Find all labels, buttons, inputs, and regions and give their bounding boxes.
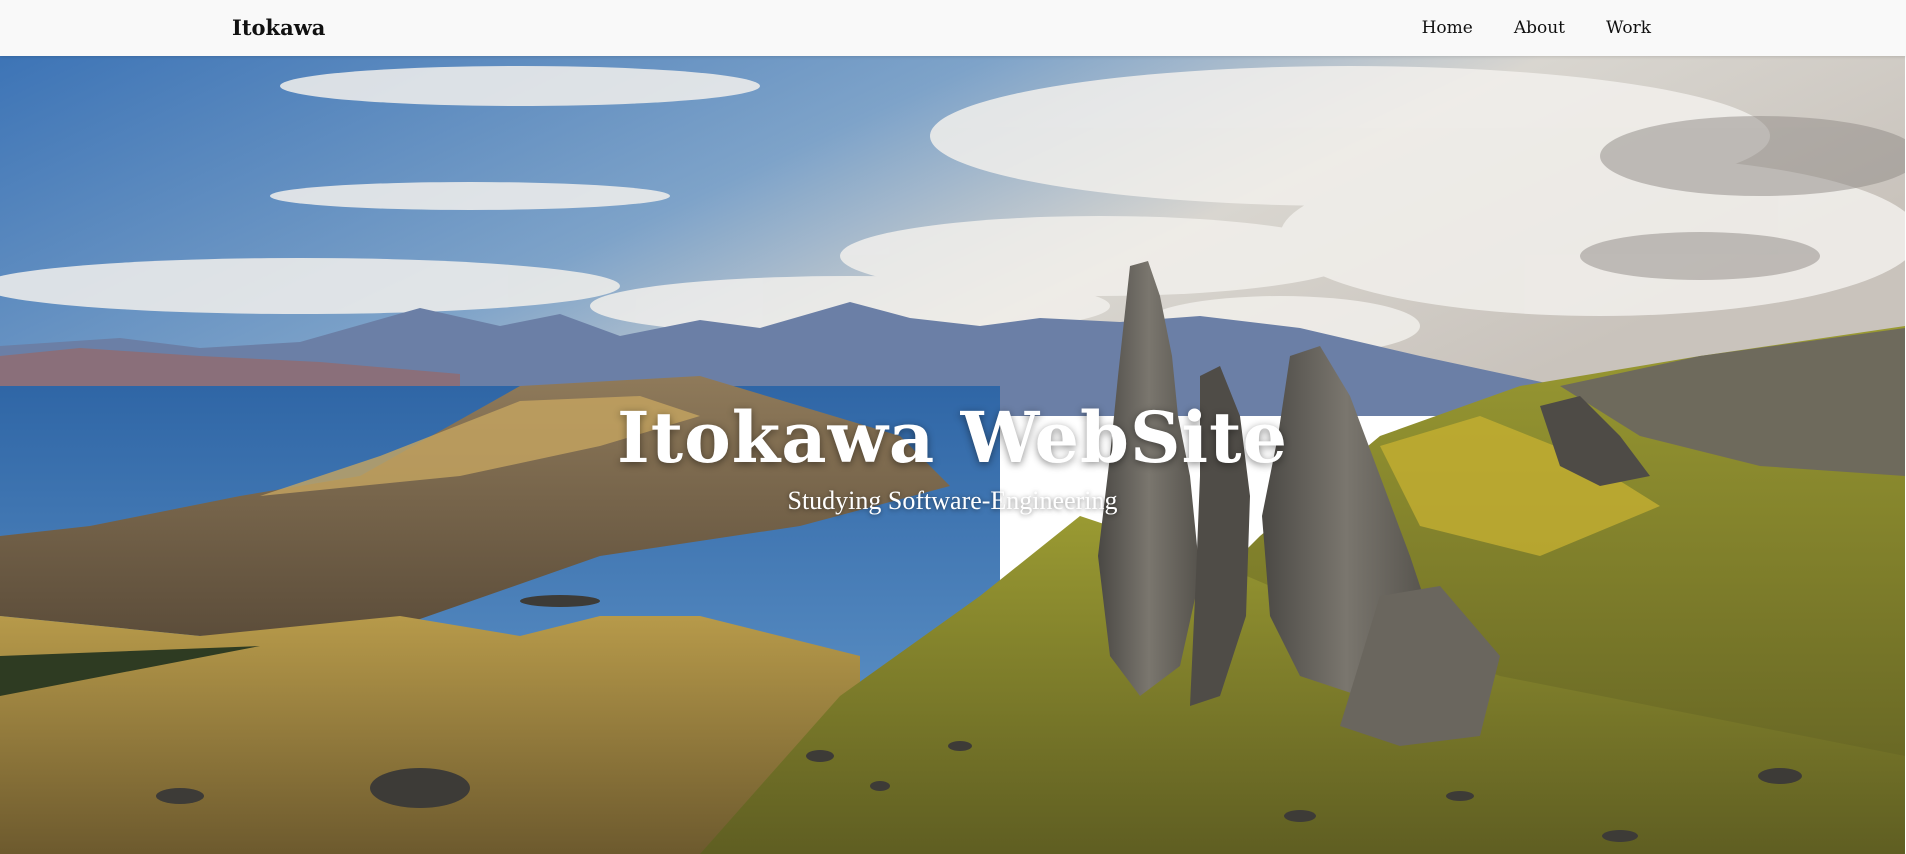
- hero-background-image: [0, 56, 1905, 854]
- nav-menu: Home About Work: [1422, 18, 1651, 38]
- navbar: Itokawa Home About Work: [0, 0, 1906, 56]
- nav-link-work[interactable]: Work: [1606, 18, 1651, 38]
- nav-link-home[interactable]: Home: [1422, 18, 1473, 38]
- nav-link-about[interactable]: About: [1514, 18, 1565, 38]
- hero-section: Itokawa WebSite Studying Software-Engine…: [0, 56, 1905, 854]
- brand-link[interactable]: Itokawa: [232, 15, 325, 40]
